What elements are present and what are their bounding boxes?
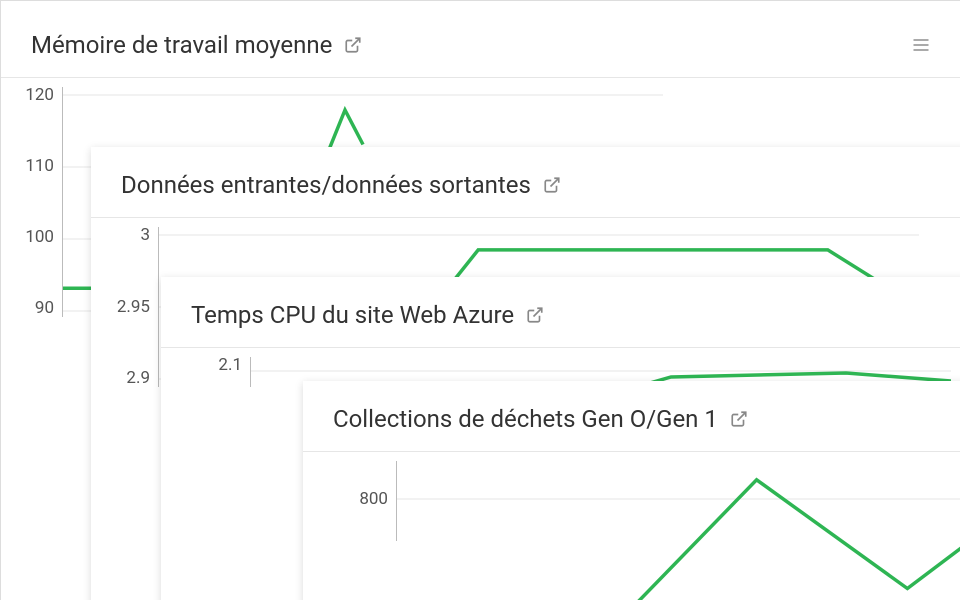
chart-title: Mémoire de travail moyenne (31, 31, 332, 59)
title-group: Données entrantes/données sortantes (121, 171, 561, 199)
y-axis: 3 2.95 2.9 (129, 227, 159, 387)
external-link-icon[interactable] (543, 176, 561, 194)
y-tick: 2.95 (117, 299, 150, 316)
card-header: Collections de déchets Gen O/Gen 1 (303, 381, 960, 452)
card-gc: Collections de déchets Gen O/Gen 1 800 (303, 381, 960, 600)
external-link-icon[interactable] (344, 36, 362, 54)
title-group: Mémoire de travail moyenne (31, 31, 362, 59)
chart-svg (397, 461, 960, 600)
title-group: Collections de déchets Gen O/Gen 1 (333, 405, 748, 433)
hamburger-icon[interactable] (911, 35, 931, 55)
y-tick: 2.1 (218, 357, 242, 374)
external-link-icon[interactable] (526, 306, 544, 324)
title-group: Temps CPU du site Web Azure (191, 301, 544, 329)
card-header: Données entrantes/données sortantes (91, 147, 960, 218)
series-line (629, 480, 960, 600)
y-tick: 3 (140, 227, 150, 244)
card-header: Temps CPU du site Web Azure (161, 277, 960, 348)
card-header: Mémoire de travail moyenne (1, 1, 960, 78)
y-axis: 800 (353, 461, 397, 541)
chart-title: Collections de déchets Gen O/Gen 1 (333, 405, 718, 433)
y-axis: 2.1 (215, 357, 251, 387)
chart-title: Temps CPU du site Web Azure (191, 301, 514, 329)
chart-title: Données entrantes/données sortantes (121, 171, 531, 199)
y-tick: 800 (359, 491, 388, 508)
y-tick: 90 (35, 300, 54, 317)
y-tick: 100 (25, 229, 54, 246)
y-tick: 2.9 (126, 370, 150, 387)
y-tick: 120 (25, 87, 54, 104)
y-tick: 110 (25, 158, 54, 175)
chart-plot: 800 (353, 461, 960, 600)
external-link-icon[interactable] (730, 410, 748, 428)
y-axis: 120 110 100 90 (27, 87, 63, 317)
